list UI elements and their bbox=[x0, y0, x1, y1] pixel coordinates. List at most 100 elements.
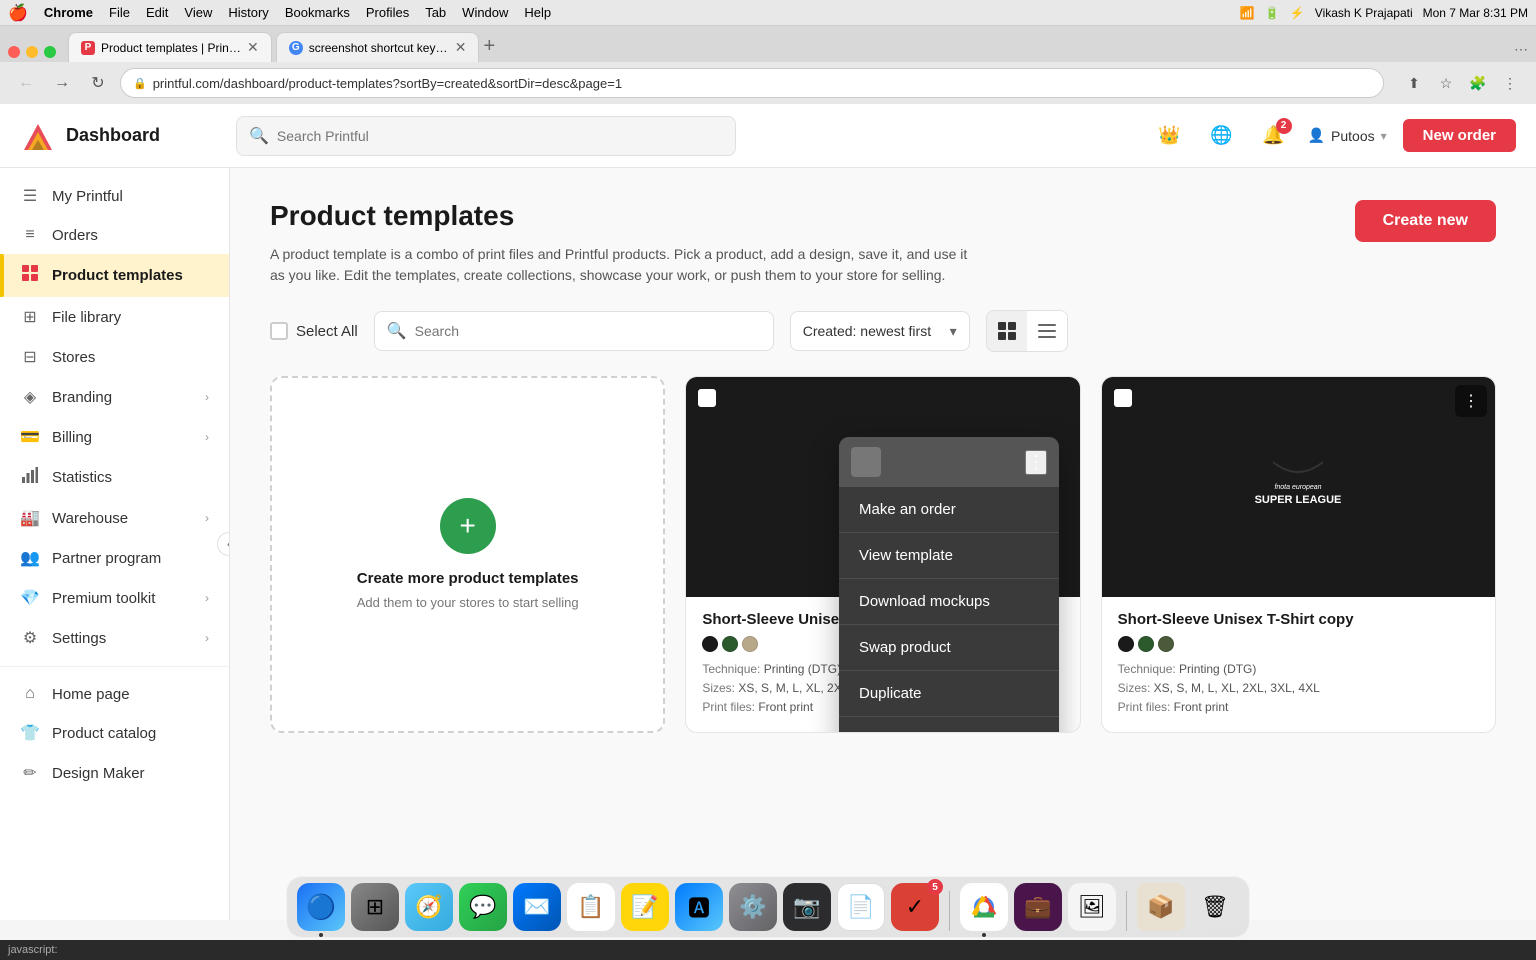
create-more-card[interactable]: + Create more product templates Add them… bbox=[270, 376, 665, 733]
dock-notion[interactable]: 📄 bbox=[837, 883, 885, 931]
context-menu-download-mockups[interactable]: Download mockups bbox=[839, 579, 1059, 625]
dock-system-prefs[interactable]: ⚙️ bbox=[729, 883, 777, 931]
grid-view-button[interactable] bbox=[987, 311, 1027, 351]
new-tab-button[interactable]: + bbox=[483, 35, 495, 58]
sidebar-item-branding[interactable]: ◈ Branding › bbox=[0, 377, 229, 417]
sidebar-label-design-maker: Design Maker bbox=[52, 765, 145, 782]
dock-todoist[interactable]: ✓ 5 bbox=[891, 883, 939, 931]
maximize-button[interactable] bbox=[44, 46, 56, 58]
context-menu-duplicate[interactable]: Duplicate bbox=[839, 671, 1059, 717]
dock-downloads[interactable]: 📦 bbox=[1137, 883, 1185, 931]
template-search-bar[interactable]: 🔍 bbox=[374, 311, 774, 351]
dock-chrome[interactable] bbox=[960, 883, 1008, 931]
sidebar-item-home-page[interactable]: ⌂ Home page bbox=[0, 675, 229, 713]
user-area[interactable]: 👤 Putoos ▾ bbox=[1308, 127, 1387, 144]
sidebar-item-my-printful[interactable]: ☰ My Printful bbox=[0, 176, 229, 216]
minimize-button[interactable] bbox=[26, 46, 38, 58]
dock-finder[interactable]: 🔵 bbox=[297, 883, 345, 931]
sidebar-item-premium-toolkit[interactable]: 💎 Premium toolkit › bbox=[0, 578, 229, 618]
search-input[interactable] bbox=[277, 128, 723, 144]
sidebar-item-product-templates[interactable]: Product templates bbox=[0, 254, 229, 297]
dock-reminders[interactable]: 📋 bbox=[567, 883, 615, 931]
context-menu-make-order[interactable]: Make an order bbox=[839, 487, 1059, 533]
context-menu-view-template[interactable]: View template bbox=[839, 533, 1059, 579]
bookmarks-menu-item[interactable]: Bookmarks bbox=[285, 5, 350, 20]
sidebar-item-orders[interactable]: ≡ Orders bbox=[0, 216, 229, 254]
bookmark-button[interactable]: ☆ bbox=[1432, 69, 1460, 97]
profiles-menu-item[interactable]: Profiles bbox=[366, 5, 409, 20]
dock-safari[interactable]: 🧭 bbox=[405, 883, 453, 931]
select-all-checkbox[interactable] bbox=[270, 322, 288, 340]
sidebar-item-warehouse[interactable]: 🏭 Warehouse › bbox=[0, 498, 229, 538]
tab-menu-item[interactable]: Tab bbox=[425, 5, 446, 20]
safari-icon: 🧭 bbox=[415, 894, 442, 920]
forward-button[interactable]: → bbox=[48, 69, 76, 97]
edit-menu-item[interactable]: Edit bbox=[146, 5, 168, 20]
back-button[interactable]: ← bbox=[12, 69, 40, 97]
create-plus-button[interactable]: + bbox=[440, 498, 496, 554]
crown-button[interactable]: 👑 bbox=[1152, 118, 1188, 154]
trash-icon: 🗑 bbox=[1201, 894, 1229, 920]
history-menu-item[interactable]: History bbox=[228, 5, 268, 20]
context-menu-swap-product[interactable]: Swap product bbox=[839, 625, 1059, 671]
refresh-button[interactable]: ↻ bbox=[84, 69, 112, 97]
template-search-input[interactable] bbox=[415, 323, 761, 339]
sidebar-item-billing[interactable]: 💳 Billing › bbox=[0, 417, 229, 457]
list-icon bbox=[1037, 321, 1057, 341]
context-menu-delete[interactable]: Delete bbox=[839, 717, 1059, 733]
dock-launchpad[interactable]: ⊞ bbox=[351, 883, 399, 931]
tab-close-screenshot[interactable]: ✕ bbox=[455, 39, 467, 56]
dock-preview[interactable]: 🖼 bbox=[1068, 883, 1116, 931]
chrome-menu-item[interactable]: Chrome bbox=[44, 5, 93, 20]
sidebar-item-design-maker[interactable]: ✏ Design Maker bbox=[0, 753, 229, 793]
list-view-button[interactable] bbox=[1027, 311, 1067, 351]
file-menu-item[interactable]: File bbox=[109, 5, 130, 20]
extensions-button[interactable]: 🧩 bbox=[1464, 69, 1492, 97]
sidebar-item-stores[interactable]: ⊟ Stores bbox=[0, 337, 229, 377]
url-bar[interactable]: 🔒 printful.com/dashboard/product-templat… bbox=[120, 68, 1384, 98]
view-menu-item[interactable]: View bbox=[184, 5, 212, 20]
dock-separator bbox=[949, 891, 950, 931]
product-card-2-checkbox[interactable] bbox=[1114, 389, 1132, 407]
chrome-menu-button[interactable]: ⋮ bbox=[1496, 69, 1524, 97]
product-card-2-swatches bbox=[1118, 636, 1479, 652]
window-menu-item[interactable]: Window bbox=[462, 5, 508, 20]
swatch2-olive bbox=[1158, 636, 1174, 652]
warehouse-icon: 🏭 bbox=[20, 508, 40, 528]
tab-printful[interactable]: P Product templates | Printful ✕ bbox=[68, 32, 272, 62]
sidebar-item-partner-program[interactable]: 👥 Partner program bbox=[0, 538, 229, 578]
user-menu[interactable]: Vikash K Prajapati bbox=[1315, 6, 1413, 20]
sidebar-item-product-catalog[interactable]: 👕 Product catalog bbox=[0, 713, 229, 753]
tab-close-printful[interactable]: ✕ bbox=[247, 39, 259, 56]
sidebar-item-file-library[interactable]: ⊞ File library bbox=[0, 297, 229, 337]
new-order-button[interactable]: New order bbox=[1403, 119, 1516, 152]
user-icon: 👤 bbox=[1308, 127, 1325, 144]
help-menu-item[interactable]: Help bbox=[524, 5, 551, 20]
apple-menu[interactable]: 🍎 bbox=[8, 3, 28, 23]
header-search[interactable]: 🔍 bbox=[236, 116, 736, 156]
globe-button[interactable]: 🌐 bbox=[1204, 118, 1240, 154]
context-menu-dots-button[interactable]: ⋮ bbox=[1025, 450, 1047, 475]
url-text: printful.com/dashboard/product-templates… bbox=[153, 76, 622, 91]
product-card-1-checkbox[interactable] bbox=[698, 389, 716, 407]
tab-list-button[interactable]: ⋯ bbox=[1514, 41, 1528, 58]
sidebar-item-settings[interactable]: ⚙ Settings › bbox=[0, 618, 229, 658]
sidebar-item-statistics[interactable]: Statistics bbox=[0, 457, 229, 498]
dock-messages[interactable]: 💬 bbox=[459, 883, 507, 931]
dock-slack[interactable]: 💼 bbox=[1014, 883, 1062, 931]
close-button[interactable] bbox=[8, 46, 20, 58]
dock-notes[interactable]: 📝 bbox=[621, 883, 669, 931]
dock-screenshot[interactable]: 📷 bbox=[783, 883, 831, 931]
share-button[interactable]: ⬆ bbox=[1400, 69, 1428, 97]
create-new-button[interactable]: Create new bbox=[1355, 200, 1496, 242]
sort-dropdown[interactable]: Created: newest first ▾ bbox=[790, 311, 970, 351]
select-all-area[interactable]: Select All bbox=[270, 322, 358, 340]
dock-mail[interactable]: ✉️ bbox=[513, 883, 561, 931]
product-card-2-menu-button[interactable]: ⋮ bbox=[1455, 385, 1487, 417]
dock-trash[interactable]: 🗑 bbox=[1191, 883, 1239, 931]
dock-app-store[interactable]: 🅰 bbox=[675, 883, 723, 931]
tab-screenshot[interactable]: G screenshot shortcut key in mac... ✕ bbox=[276, 32, 480, 62]
sidebar-label-file-library: File library bbox=[52, 309, 121, 326]
wifi-icon: 📶 bbox=[1240, 6, 1255, 20]
notifications-button[interactable]: 🔔 2 bbox=[1256, 118, 1292, 154]
